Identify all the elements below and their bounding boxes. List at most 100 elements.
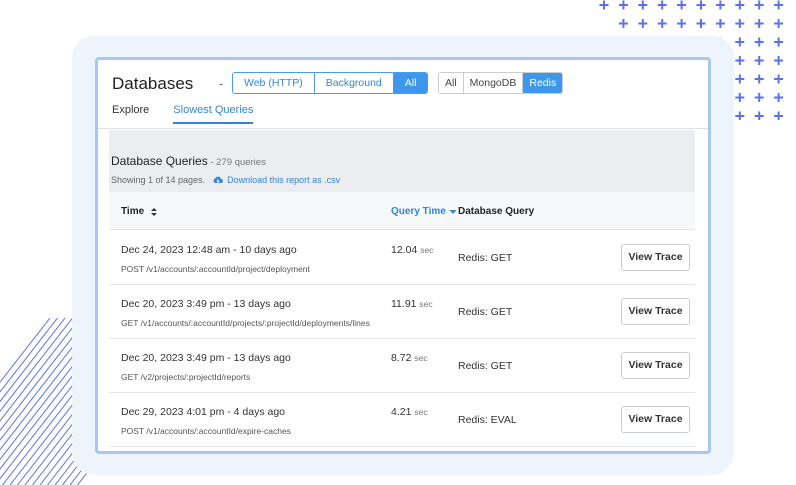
tabs-divider xyxy=(98,128,708,129)
column-query-time[interactable]: Query Time xyxy=(391,206,457,217)
query-timestamp: Dec 20, 2023 3:49 pm - 13 days ago xyxy=(121,298,291,310)
summary-section: Database Queries - 279 queries Showing 1… xyxy=(109,130,695,192)
view-trace-button[interactable]: View Trace xyxy=(621,298,690,325)
stripe-line xyxy=(0,318,73,412)
database-filter-all[interactable]: All xyxy=(439,73,464,93)
plus-mark xyxy=(774,74,784,84)
query-duration-value: 12.04 xyxy=(391,244,418,256)
column-time[interactable]: Time xyxy=(121,206,158,217)
plus-mark xyxy=(677,0,687,10)
source-filter: Web (HTTP) Background All xyxy=(232,72,429,94)
plus-mark xyxy=(774,111,784,120)
sort-icon xyxy=(151,207,158,216)
page-title: Databases xyxy=(112,74,194,93)
query-count: - 279 queries xyxy=(207,157,266,168)
sort-desc-icon xyxy=(449,209,457,214)
query-timestamp: Dec 20, 2023 3:49 pm - 13 days ago xyxy=(121,352,291,364)
plus-mark xyxy=(715,0,725,10)
plus-mark xyxy=(735,0,745,10)
endpoint-path: POST /v1/accounts/:accountId/expire-cach… xyxy=(121,426,291,436)
plus-mark xyxy=(715,19,725,28)
column-query-time-label: Query Time xyxy=(391,206,446,217)
plus-mark xyxy=(677,19,687,28)
plus-mark xyxy=(754,111,764,120)
query-duration-unit: sec xyxy=(414,353,428,363)
download-csv-link[interactable]: Download this report as .csv xyxy=(213,175,340,185)
cloud-download-icon xyxy=(213,176,223,184)
showing-text: Showing 1 of 14 pages. xyxy=(111,175,206,185)
plus-mark xyxy=(754,56,764,65)
endpoint-path: POST /v1/accounts/:accountId/project/dep… xyxy=(121,264,310,274)
query-duration-value: 4.21 xyxy=(391,406,412,418)
query-duration-value: 11.91 xyxy=(391,298,417,310)
table-header: Time Query Time Database Query xyxy=(109,192,695,230)
plus-mark xyxy=(735,93,745,102)
stripe-line xyxy=(0,318,58,393)
query-duration-unit: sec xyxy=(420,245,434,255)
query-duration-value: 8.72 xyxy=(391,352,412,364)
plus-mark xyxy=(774,0,784,10)
plus-mark xyxy=(754,37,764,47)
table-row: Dec 20, 2023 3:49 pm - 13 days ago GET /v… xyxy=(109,339,695,393)
tab-explore[interactable]: Explore xyxy=(112,104,149,124)
view-trace-button[interactable]: View Trace xyxy=(621,244,690,271)
plus-mark xyxy=(754,19,764,28)
plus-mark xyxy=(638,19,648,28)
title-separator: - xyxy=(219,76,224,91)
table-row: Dec 20, 2023 3:49 pm - 13 days ago GET /v… xyxy=(109,285,695,339)
summary-heading: Database Queries - 279 queries xyxy=(111,154,266,168)
stripe-line xyxy=(0,318,66,403)
source-filter-web[interactable]: Web (HTTP) xyxy=(233,73,315,93)
plus-mark xyxy=(735,19,745,28)
tab-bar: Explore Slowest Queries xyxy=(112,104,277,124)
plus-mark xyxy=(735,56,745,65)
query-timestamp: Dec 24, 2023 12:48 am - 10 days ago xyxy=(121,244,297,256)
database-query-text: Redis: GET xyxy=(458,360,513,372)
plus-mark xyxy=(735,74,745,84)
query-duration-unit: sec xyxy=(419,299,433,309)
database-query-text: Redis: EVAL xyxy=(458,414,517,426)
plus-mark xyxy=(735,111,745,120)
databases-panel: Databases - Web (HTTP) Background All Al… xyxy=(95,57,711,454)
query-duration: 11.91 sec xyxy=(391,298,433,310)
view-trace-button[interactable]: View Trace xyxy=(621,352,690,379)
query-duration: 4.21 sec xyxy=(391,406,428,418)
column-time-label: Time xyxy=(121,206,145,217)
query-timestamp: Dec 29, 2023 4:01 pm - 4 days ago xyxy=(121,406,286,418)
endpoint-path: GET /v2/projects/:projectId/reports xyxy=(121,372,251,382)
plus-mark xyxy=(657,0,667,10)
download-csv-label: Download this report as .csv xyxy=(227,175,341,185)
plus-mark xyxy=(774,56,784,65)
plus-mark xyxy=(774,19,784,28)
plus-mark xyxy=(618,19,628,28)
query-duration-unit: sec xyxy=(414,407,428,417)
plus-mark xyxy=(774,93,784,102)
plus-mark xyxy=(754,93,764,102)
query-duration: 12.04 sec xyxy=(391,244,433,256)
endpoint-path: GET /v1/accounts/:accountId/projects/:pr… xyxy=(121,318,370,328)
summary-title: Database Queries xyxy=(111,154,208,168)
plus-mark xyxy=(638,0,648,10)
table-row: Dec 29, 2023 4:01 pm - 4 days ago POST /v… xyxy=(109,393,695,447)
pagination-info: Showing 1 of 14 pages. Download this rep… xyxy=(111,175,340,185)
source-filter-all[interactable]: All xyxy=(393,73,428,93)
source-filter-background[interactable]: Background xyxy=(314,73,394,93)
plus-mark xyxy=(696,0,706,10)
table-row: Dec 24, 2023 12:48 am - 10 days ago POST … xyxy=(109,231,695,285)
database-filter-mongodb[interactable]: MongoDB xyxy=(463,73,524,93)
plus-mark xyxy=(696,19,706,28)
plus-mark xyxy=(599,0,609,10)
tab-slowest-queries[interactable]: Slowest Queries xyxy=(173,104,254,124)
column-database-query: Database Query xyxy=(458,206,535,217)
database-filter-redis[interactable]: Redis xyxy=(523,73,563,93)
query-duration: 8.72 sec xyxy=(391,352,428,364)
plus-mark xyxy=(754,0,764,10)
database-query-text: Redis: GET xyxy=(458,306,513,318)
view-trace-button[interactable]: View Trace xyxy=(621,406,690,433)
plus-mark xyxy=(657,19,667,28)
plus-mark xyxy=(618,0,628,10)
plus-mark xyxy=(754,74,764,84)
database-query-text: Redis: GET xyxy=(458,252,513,264)
plus-mark xyxy=(774,37,784,47)
plus-mark xyxy=(735,37,745,47)
